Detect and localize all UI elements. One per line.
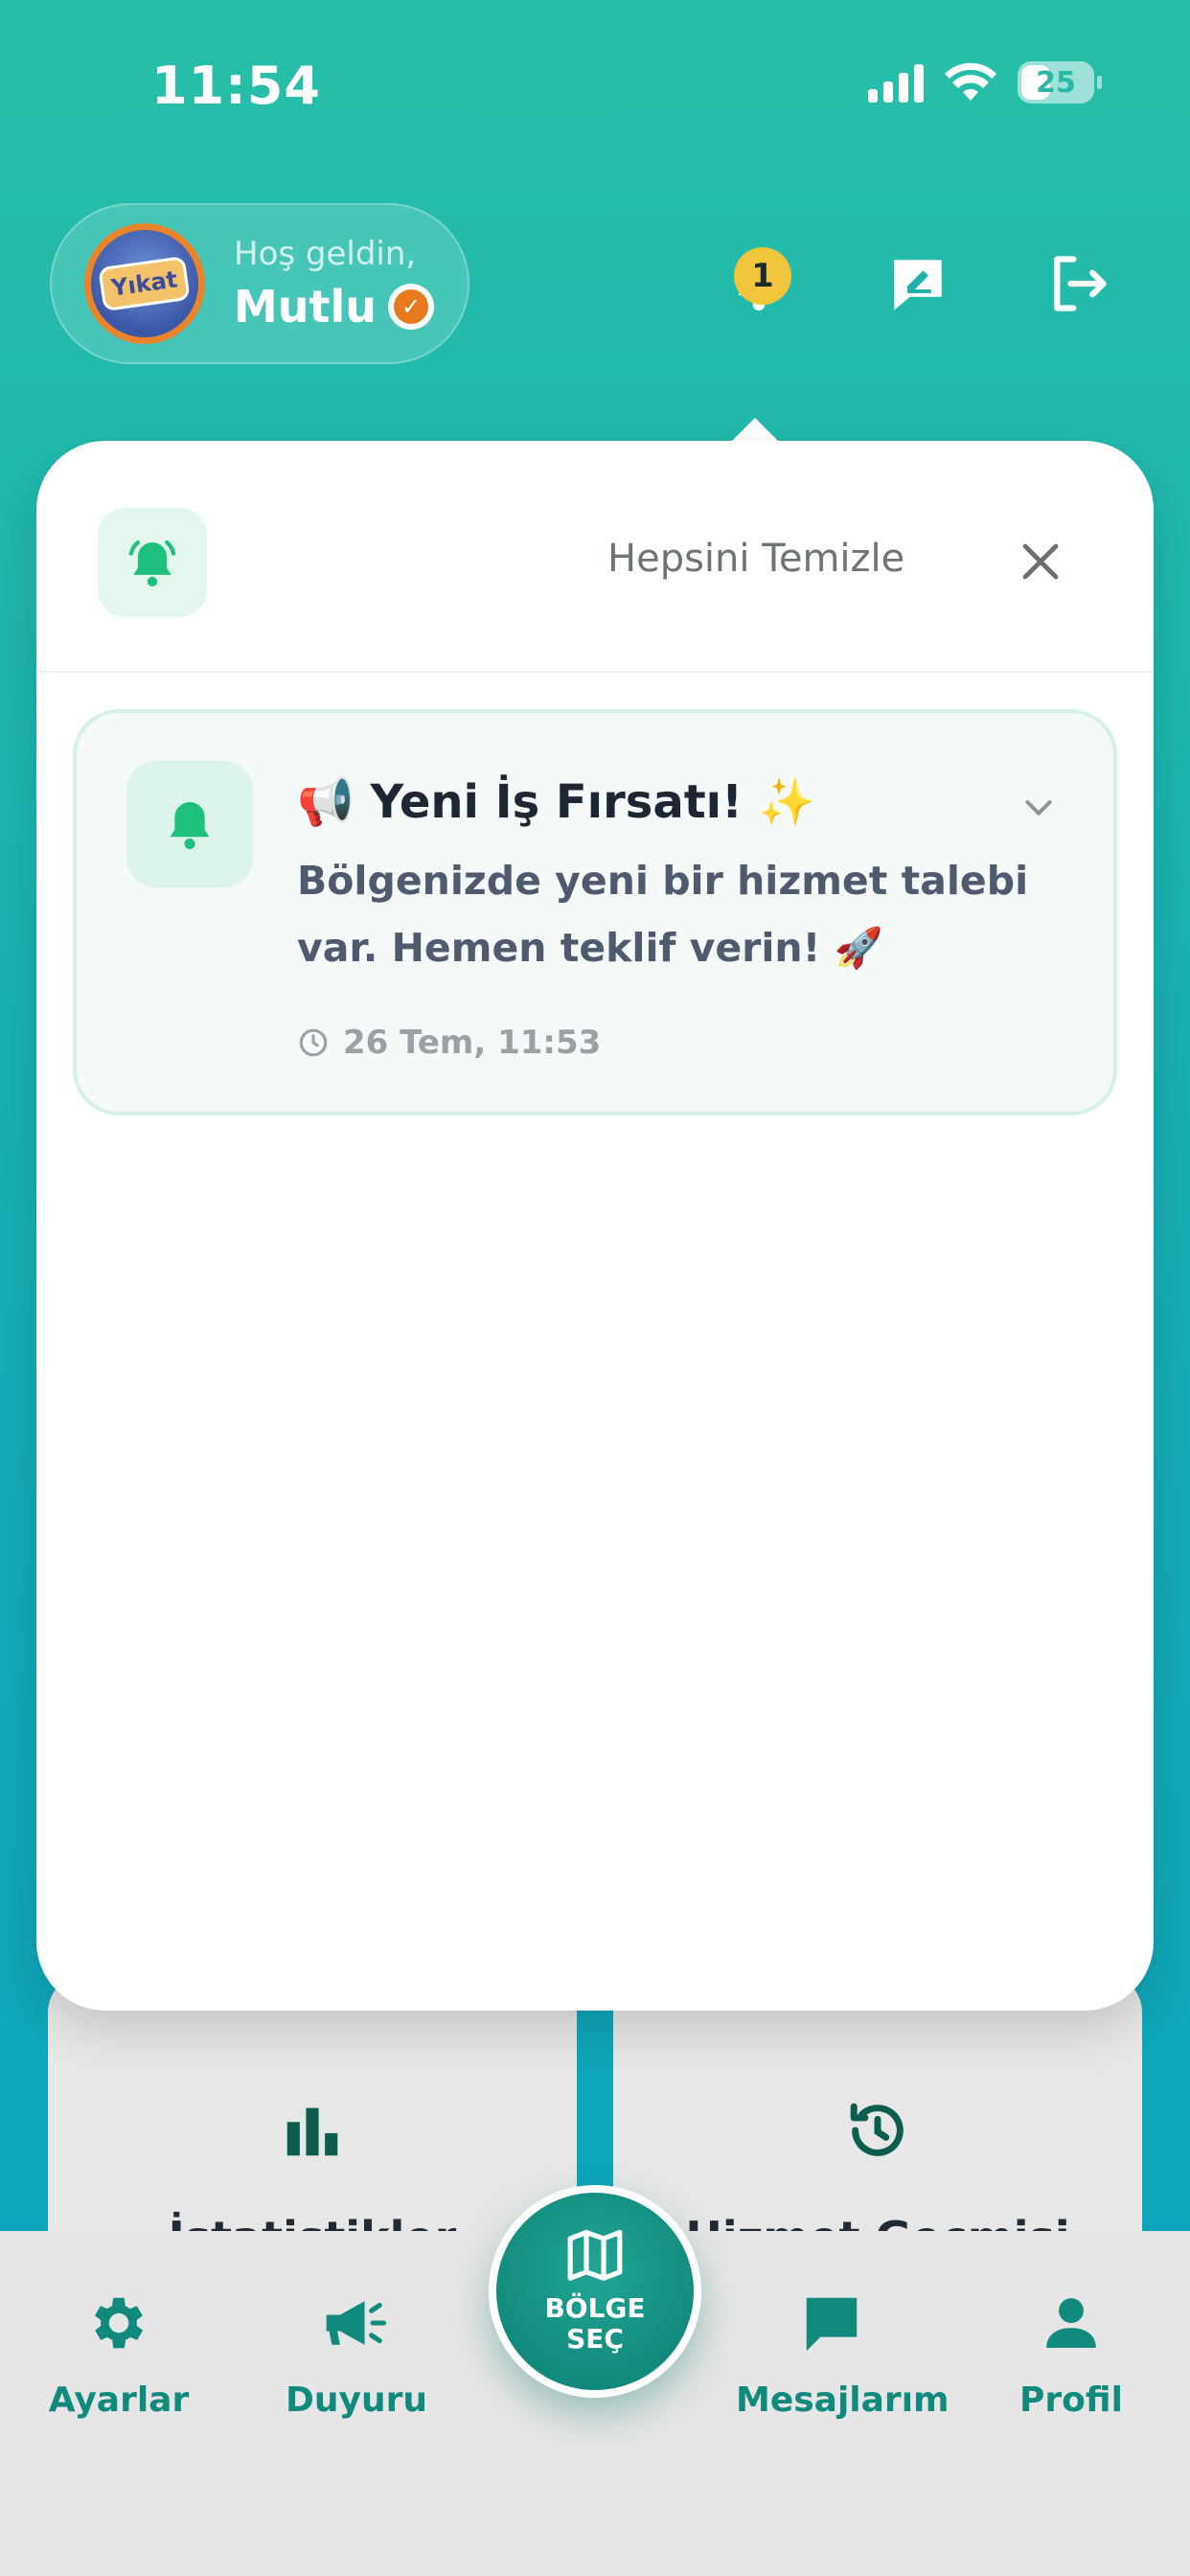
nav-messages[interactable]: Mesajlarım <box>736 2287 950 2420</box>
bell-icon <box>126 761 253 887</box>
notification-count-badge: 1 <box>734 247 791 305</box>
nav-settings[interactable]: Ayarlar <box>23 2287 215 2420</box>
nav-messages-label: Mesajlarım <box>736 2380 950 2420</box>
chat-edit-button[interactable] <box>880 245 956 322</box>
megaphone-icon <box>326 2301 387 2345</box>
notification-time: 26 Tem, 11:53 <box>343 1024 602 1062</box>
notification-title: 📢 Yeni İş Fırsatı! ✨ <box>297 775 816 829</box>
avatar[interactable]: Yıkat <box>84 223 205 344</box>
signal-icon <box>868 62 924 103</box>
notifications-panel: Hepsini Temizle 📢 Yeni İş Fırsatı! ✨ Böl… <box>36 441 1154 2011</box>
logout-icon <box>1054 256 1107 311</box>
bar-chart-icon <box>286 2107 338 2156</box>
nav-profile[interactable]: Profil <box>975 2287 1167 2420</box>
close-button[interactable] <box>1014 535 1067 588</box>
person-icon <box>1046 2298 1096 2348</box>
avatar-logo: Yıkat <box>98 255 192 312</box>
clock-icon <box>299 1028 328 1057</box>
logout-button[interactable] <box>1041 245 1117 322</box>
select-region-label: BÖLGE SEÇ <box>544 2292 646 2355</box>
status-time: 11:54 <box>151 56 321 116</box>
nav-profile-label: Profil <box>1019 2380 1123 2420</box>
chevron-down-icon[interactable] <box>1019 788 1058 826</box>
select-region-button[interactable]: BÖLGE SEÇ <box>489 2185 701 2398</box>
wifi-icon <box>945 62 996 101</box>
nav-announcement-label: Duyuru <box>286 2380 427 2420</box>
panel-caret <box>730 418 780 443</box>
gear-icon <box>94 2297 144 2349</box>
user-greeting[interactable]: Yıkat Hoş geldin, Mutlu ✓ <box>50 203 469 364</box>
chat-edit-icon <box>894 260 942 310</box>
battery-icon: 25 <box>1018 61 1102 104</box>
greeting-text: Hoş geldin, <box>234 235 417 273</box>
message-icon <box>806 2297 858 2352</box>
battery-level: 25 <box>1036 65 1076 100</box>
close-icon <box>1022 543 1059 580</box>
verified-icon: ✓ <box>388 284 435 330</box>
nav-settings-label: Ayarlar <box>48 2380 190 2420</box>
notification-item[interactable]: 📢 Yeni İş Fırsatı! ✨ Bölgenizde yeni bir… <box>73 709 1117 1116</box>
notification-body: Bölgenizde yeni bir hizmet talebi var. H… <box>297 858 1029 971</box>
history-icon <box>850 2103 904 2156</box>
user-name: Mutlu <box>234 281 378 333</box>
nav-announcement[interactable]: Duyuru <box>261 2287 452 2420</box>
ringing-bell-icon <box>98 508 207 617</box>
status-icons: 25 <box>868 61 1102 104</box>
map-icon <box>567 2229 623 2281</box>
clear-all-button[interactable]: Hepsini Temizle <box>607 537 904 581</box>
panel-header: Hepsini Temizle <box>36 441 1154 673</box>
